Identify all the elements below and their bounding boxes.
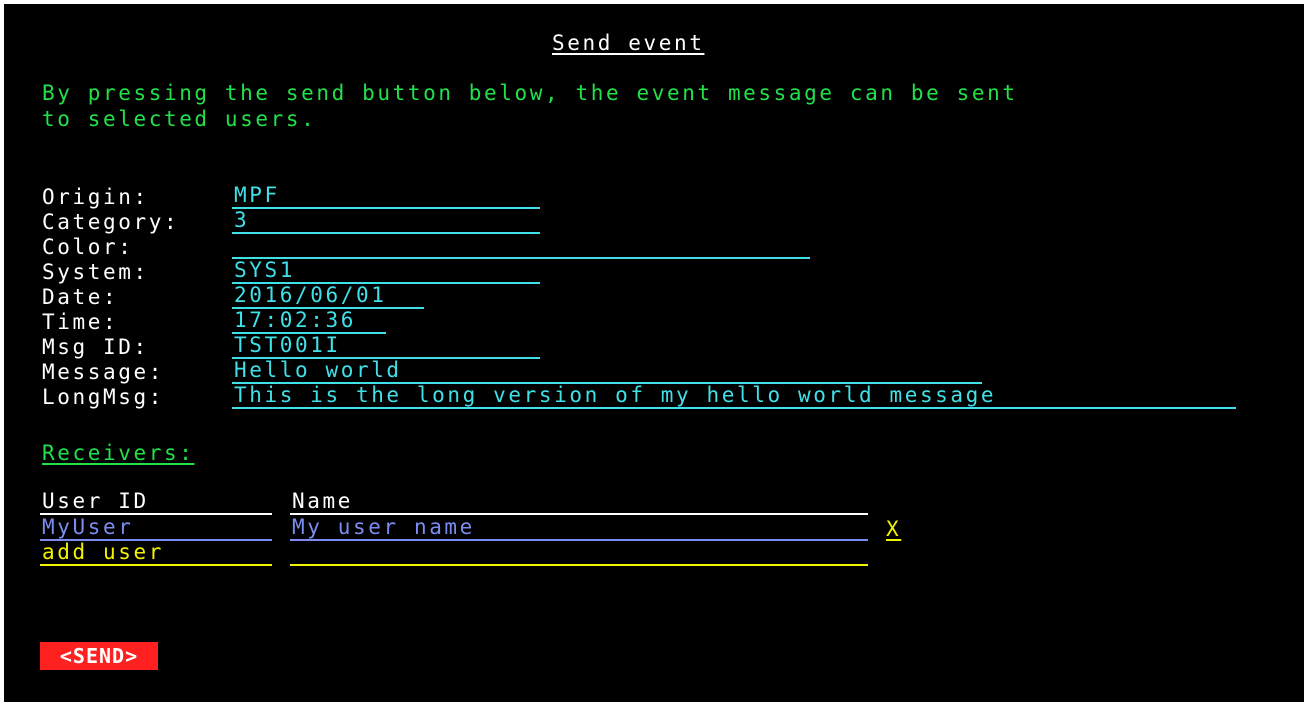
time-label: Time:: [42, 310, 119, 334]
origin-field[interactable]: MPF: [232, 183, 540, 209]
longmsg-label: LongMsg:: [42, 385, 164, 409]
user-id-column-header: User ID: [40, 489, 272, 515]
name-column-header: Name: [290, 489, 868, 515]
date-label: Date:: [42, 285, 119, 309]
add-user-id-field[interactable]: add user: [40, 540, 272, 566]
message-field[interactable]: Hello world: [232, 358, 982, 384]
add-user-name-field[interactable]: [290, 540, 868, 566]
color-label: Color:: [42, 235, 134, 259]
time-field[interactable]: 17:02:36: [232, 308, 386, 334]
intro-line-1: By pressing the send button below, the e…: [42, 81, 1018, 105]
intro-line-2: to selected users.: [42, 107, 317, 131]
origin-label: Origin:: [42, 185, 149, 209]
remove-receiver-button[interactable]: X: [886, 516, 901, 542]
receiver-name-field[interactable]: My user name: [290, 515, 868, 541]
message-label: Message:: [42, 360, 164, 384]
msg-id-label: Msg ID:: [42, 335, 149, 359]
send-button[interactable]: <SEND>: [40, 642, 158, 670]
color-field[interactable]: [232, 233, 810, 259]
category-field[interactable]: 3: [232, 208, 540, 234]
category-label: Category:: [42, 210, 180, 234]
system-label: System:: [42, 260, 149, 284]
msg-id-field[interactable]: TST001I: [232, 333, 540, 359]
terminal-screen: Send event By pressing the send button b…: [4, 4, 1304, 702]
date-field[interactable]: 2016/06/01: [232, 283, 424, 309]
receivers-heading: Receivers:: [42, 441, 195, 465]
page-title: Send event: [552, 31, 705, 55]
longmsg-field[interactable]: This is the long version of my hello wor…: [232, 383, 1236, 409]
system-field[interactable]: SYS1: [232, 258, 540, 284]
receiver-user-id-field[interactable]: MyUser: [40, 515, 272, 541]
